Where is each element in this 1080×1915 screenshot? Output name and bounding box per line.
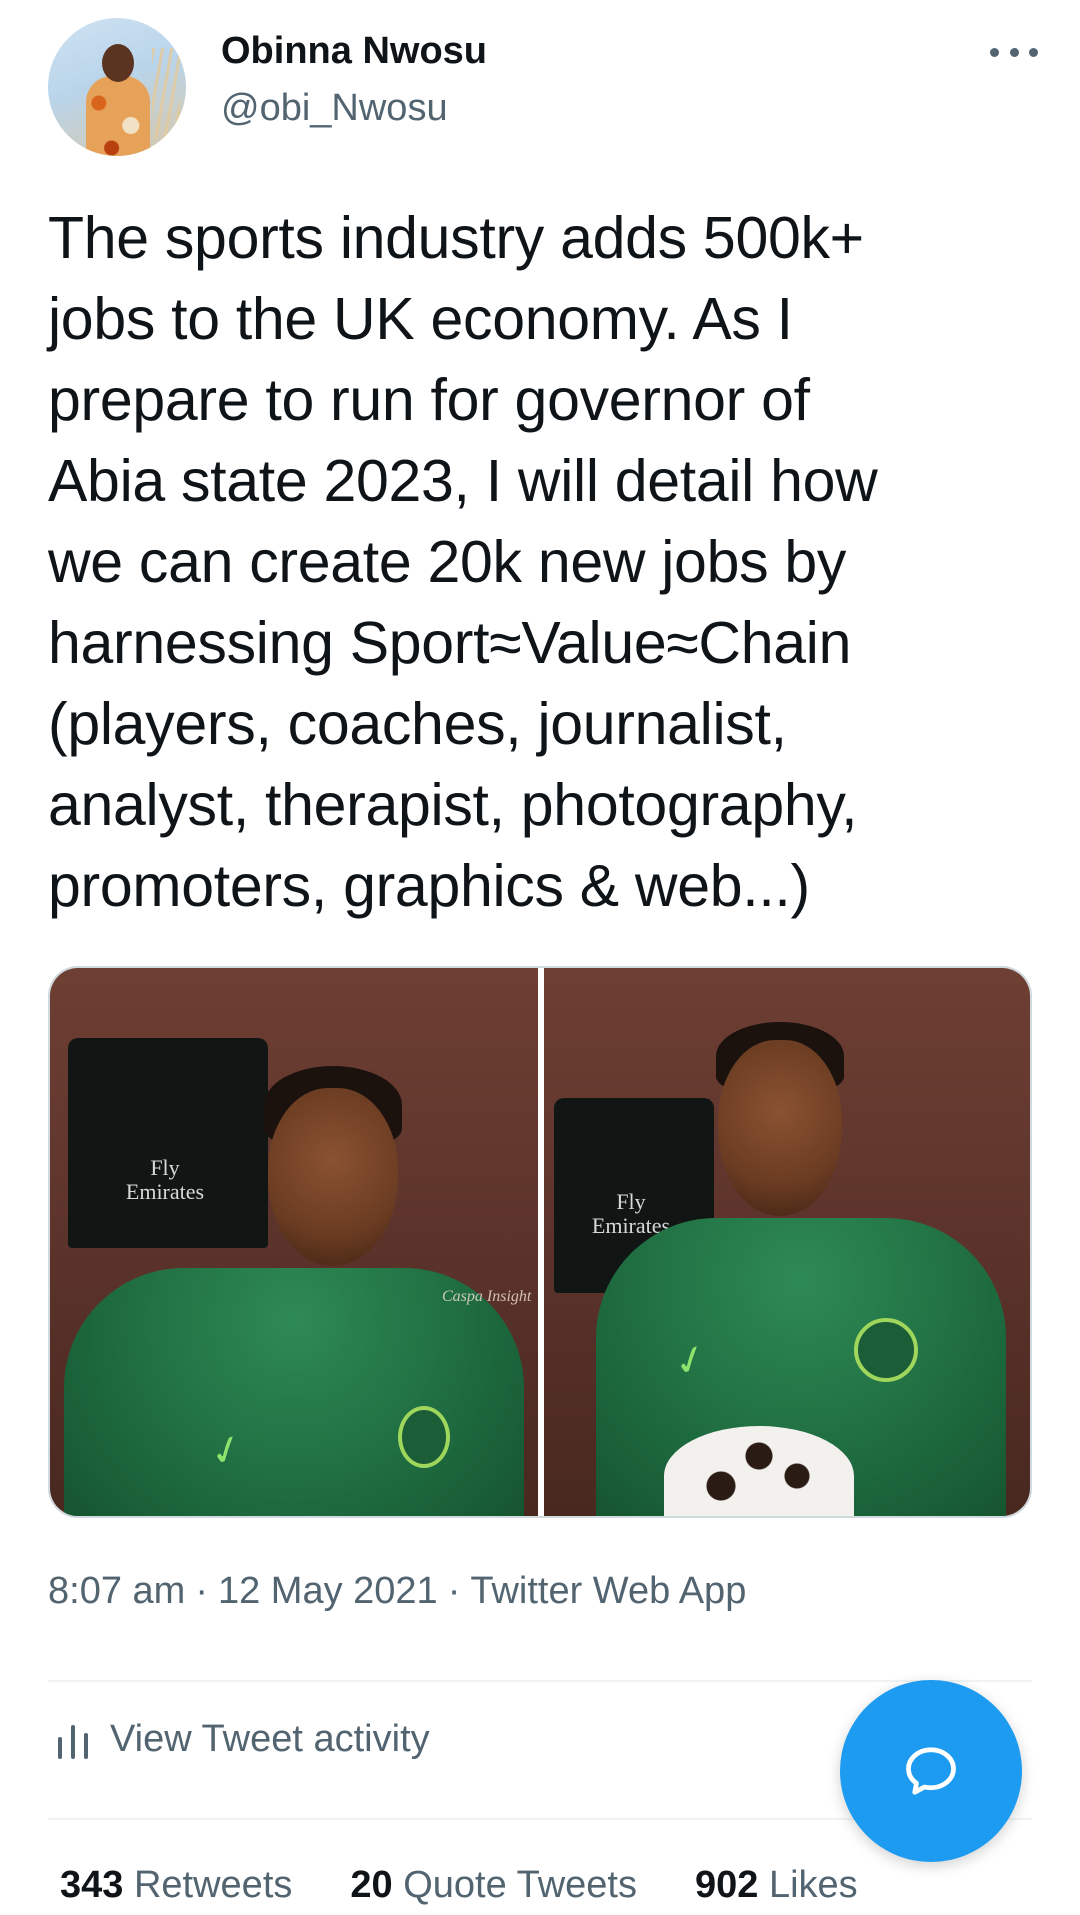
avatar-figure xyxy=(86,76,150,156)
photographer-signature: Caspa Insight xyxy=(442,1288,532,1305)
photo-left[interactable]: Fly Emirates ✓ Caspa Insight xyxy=(50,968,538,1516)
avatar-head xyxy=(102,44,134,82)
retweets-stat[interactable]: 343 Retweets xyxy=(60,1864,292,1907)
person-head xyxy=(268,1088,398,1266)
bar-chart-icon xyxy=(58,1721,88,1759)
tweet-timestamp: 8:07 am · 12 May 2021 · Twitter Web App xyxy=(48,1570,746,1613)
tweet-detail: Obinna Nwosu @obi_Nwosu The sports indus… xyxy=(0,0,1080,1915)
view-tweet-activity-button[interactable]: View Tweet activity xyxy=(58,1718,430,1761)
speech-bubble-icon xyxy=(906,1747,956,1795)
avatar-background xyxy=(152,48,180,138)
quote-tweets-label: Quote Tweets xyxy=(403,1864,637,1906)
hanging-jersey xyxy=(68,1038,268,1248)
retweets-count: 343 xyxy=(60,1864,124,1906)
author-display-name[interactable]: Obinna Nwosu xyxy=(221,30,487,73)
tweet-stats: 343 Retweets 20 Quote Tweets 902 Likes xyxy=(60,1864,916,1907)
likes-count: 902 xyxy=(695,1864,759,1906)
quote-tweets-count: 20 xyxy=(350,1864,393,1906)
meta-separator: · xyxy=(195,1570,208,1612)
quote-tweets-stat[interactable]: 20 Quote Tweets xyxy=(350,1864,637,1907)
tweet-text: The sports industry adds 500k+ jobs to t… xyxy=(48,205,878,919)
tweet-date[interactable]: 12 May 2021 xyxy=(218,1570,438,1612)
more-dot xyxy=(1029,47,1038,57)
avatar[interactable] xyxy=(48,18,186,156)
tweet-time[interactable]: 8:07 am xyxy=(48,1570,185,1612)
crest-badge xyxy=(398,1406,450,1468)
more-options-icon[interactable] xyxy=(990,40,1038,64)
jersey-sponsor-text: Fly Emirates xyxy=(125,1155,205,1204)
more-dot xyxy=(1009,47,1019,57)
meta-separator: · xyxy=(447,1570,461,1612)
likes-stat[interactable]: 902 Likes xyxy=(695,1864,858,1907)
crest-badge xyxy=(854,1318,918,1382)
retweets-label: Retweets xyxy=(133,1864,293,1906)
likes-label: Likes xyxy=(768,1864,858,1906)
author-handle[interactable]: @obi_Nwosu xyxy=(221,87,448,130)
divider xyxy=(48,1680,1032,1682)
football xyxy=(664,1426,854,1516)
view-tweet-activity-label: View Tweet activity xyxy=(110,1718,430,1760)
person-head xyxy=(718,1040,842,1216)
more-dot xyxy=(990,47,999,57)
tweet-source-link[interactable]: Twitter Web App xyxy=(470,1570,746,1612)
photo-right[interactable]: Fly Emirates ✓ xyxy=(544,968,1030,1516)
tweet-media: Fly Emirates ✓ Caspa Insight Fly Emirate… xyxy=(48,966,1032,1518)
compose-reply-button[interactable] xyxy=(840,1680,1022,1862)
